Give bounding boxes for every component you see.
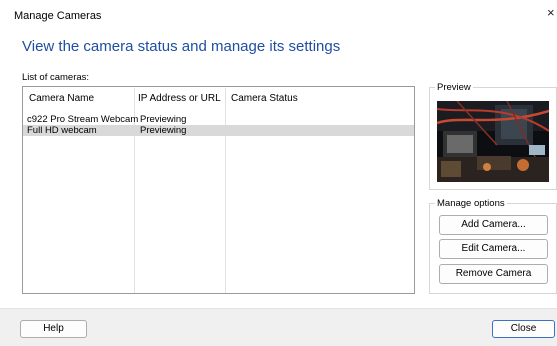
camera-row[interactable]: Full HD webcam Previewing [23, 125, 414, 136]
manage-options-group: Manage options Add Camera... Edit Camera… [429, 198, 557, 294]
page-heading: View the camera status and manage its se… [22, 38, 341, 55]
preview-frame-graphic [437, 101, 549, 182]
preview-legend: Preview [435, 82, 473, 93]
help-button[interactable]: Help [20, 320, 87, 338]
close-icon[interactable]: × [547, 6, 557, 20]
camera-address-cell: Previewing [140, 114, 187, 125]
manage-options-legend: Manage options [435, 198, 507, 209]
camera-list-label: List of cameras: [22, 72, 90, 83]
camera-list-header: Camera Name IP Address or URL Camera Sta… [23, 87, 414, 109]
camera-list[interactable]: Camera Name IP Address or URL Camera Sta… [22, 86, 415, 294]
manage-cameras-dialog: Manage Cameras × View the camera status … [0, 0, 557, 346]
column-header-camera-name[interactable]: Camera Name [29, 93, 94, 104]
remove-camera-button[interactable]: Remove Camera [439, 264, 548, 284]
camera-preview-image [437, 101, 549, 182]
camera-name-cell: c922 Pro Stream Webcam [27, 114, 139, 125]
edit-camera-button[interactable]: Edit Camera... [439, 239, 548, 259]
camera-name-cell: Full HD webcam [27, 125, 97, 136]
add-camera-button[interactable]: Add Camera... [439, 215, 548, 235]
camera-address-cell: Previewing [140, 125, 187, 136]
window-title: Manage Cameras [14, 10, 102, 22]
close-button[interactable]: Close [492, 320, 555, 338]
column-header-ip-address[interactable]: IP Address or URL [138, 93, 221, 104]
footer-bar: Help Close [0, 308, 557, 346]
preview-group: Preview [429, 82, 557, 190]
camera-row[interactable]: c922 Pro Stream Webcam Previewing [23, 114, 414, 125]
column-header-camera-status[interactable]: Camera Status [231, 93, 298, 104]
